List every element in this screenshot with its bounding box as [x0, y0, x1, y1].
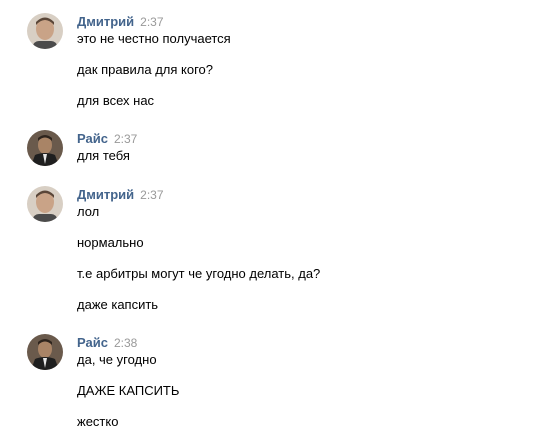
message-header: Райс 2:37 [77, 130, 137, 148]
message-time[interactable]: 2:37 [114, 132, 137, 146]
message-text: для тебя [77, 148, 130, 163]
message-text: т.е арбитры могут че угодно делать, да? [77, 266, 321, 281]
author-name[interactable]: Дмитрий [77, 187, 134, 202]
message-time[interactable]: 2:37 [140, 188, 163, 202]
author-name[interactable]: Дмитрий [77, 14, 134, 29]
message-header: Райс 2:38 [77, 334, 137, 352]
user-photo-avatar-icon [27, 13, 63, 49]
avatar-dmitry[interactable] [27, 186, 63, 222]
author-name[interactable]: Райс [77, 335, 108, 350]
user-photo-avatar-icon [27, 130, 63, 166]
message-text: жестко [77, 414, 119, 429]
message-time[interactable]: 2:37 [140, 15, 163, 29]
message-time[interactable]: 2:38 [114, 336, 137, 350]
message-text: да, че угодно [77, 352, 157, 367]
message-text: ДАЖЕ КАПСИТЬ [77, 383, 180, 398]
message-text: это не честно получается [77, 31, 231, 46]
user-photo-avatar-icon [27, 334, 63, 370]
message-text: лол [77, 204, 100, 219]
message-text: дак правила для кого? [77, 62, 214, 77]
message-header: Дмитрий 2:37 [77, 13, 164, 31]
author-name[interactable]: Райс [77, 131, 108, 146]
avatar-rice[interactable] [27, 130, 63, 166]
message-text: даже капсить [77, 297, 159, 312]
avatar-dmitry[interactable] [27, 13, 63, 49]
message-text: нормально [77, 235, 144, 250]
message-text: для всех нас [77, 93, 155, 108]
avatar-rice[interactable] [27, 334, 63, 370]
user-photo-avatar-icon [27, 186, 63, 222]
message-header: Дмитрий 2:37 [77, 186, 164, 204]
